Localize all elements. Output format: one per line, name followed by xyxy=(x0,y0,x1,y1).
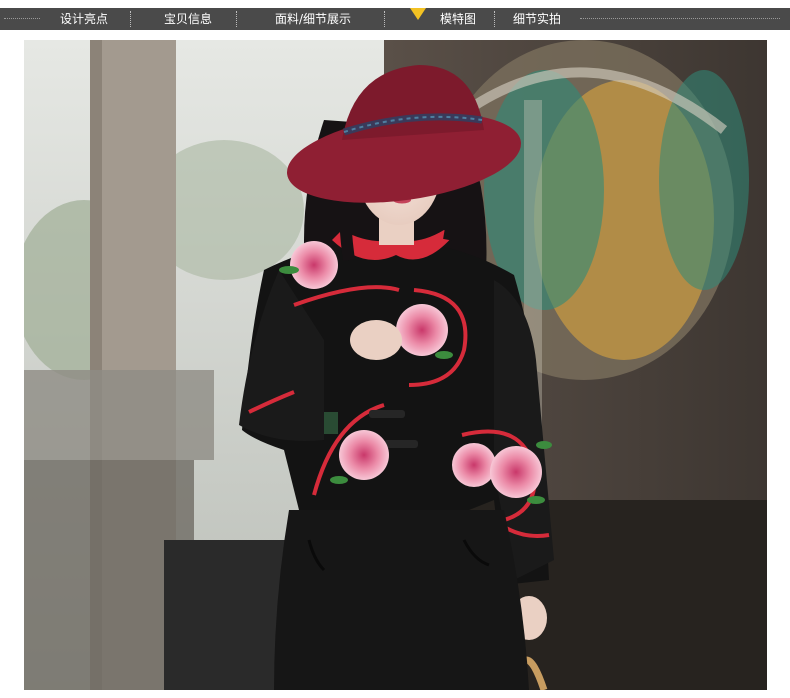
model-photo xyxy=(24,40,767,690)
tab-detail-shots[interactable]: 细节实拍 xyxy=(502,8,572,30)
nav-separator xyxy=(236,11,237,27)
nav-divider-line xyxy=(4,18,40,19)
tab-design-highlights[interactable]: 设计亮点 xyxy=(44,8,124,30)
tab-fabric-details[interactable]: 面料/细节展示 xyxy=(258,8,368,30)
tab-label: 模特图 xyxy=(439,12,476,26)
nav-separator xyxy=(384,11,385,27)
tab-label: 面料/细节展示 xyxy=(274,12,352,26)
section-nav-bar: 设计亮点 宝贝信息 面料/细节展示 模特图 细节实拍 xyxy=(0,8,790,30)
tab-label: 宝贝信息 xyxy=(163,12,212,26)
model-photo-image xyxy=(24,40,767,690)
tab-label: 设计亮点 xyxy=(59,12,108,26)
tab-label: 细节实拍 xyxy=(512,12,561,26)
active-tab-indicator-icon xyxy=(410,8,426,20)
nav-separator xyxy=(494,11,495,27)
tab-product-info[interactable]: 宝贝信息 xyxy=(148,8,228,30)
tab-model-photos[interactable]: 模特图 xyxy=(428,8,488,30)
nav-divider-line xyxy=(580,18,780,19)
nav-separator xyxy=(130,11,131,27)
